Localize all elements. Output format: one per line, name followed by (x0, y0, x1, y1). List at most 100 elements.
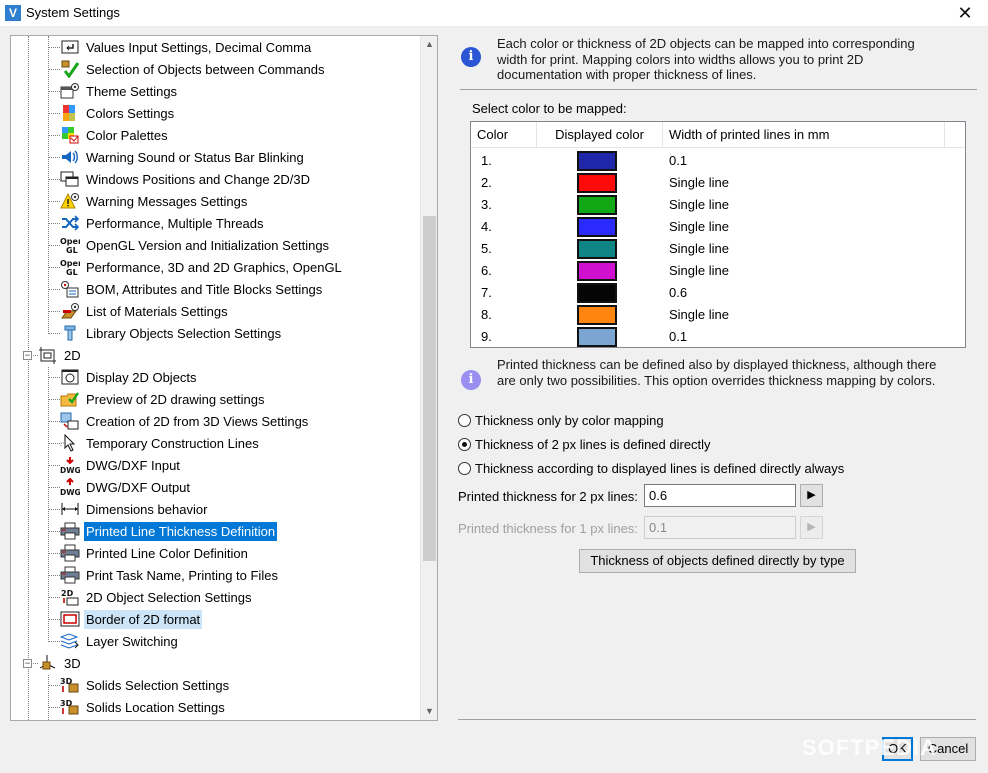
color-swatch[interactable] (577, 217, 617, 237)
line-width-value[interactable]: Single line (669, 197, 729, 212)
color-swatch[interactable] (577, 283, 617, 303)
tree-guide-line (28, 36, 29, 720)
scroll-down-arrow-icon[interactable]: ▼ (421, 703, 437, 720)
tree-guide-line (48, 377, 60, 378)
table-row[interactable]: 2. Single line (471, 172, 945, 194)
windows-icon (60, 170, 80, 188)
tree-guide-line (48, 553, 60, 554)
column-header-displayed-color[interactable]: Displayed color (537, 122, 663, 148)
table-header: Color Displayed color Width of printed l… (471, 122, 965, 148)
color-palettes-icon (60, 126, 80, 144)
tree-item-label: DWG/DXF Output (86, 480, 191, 495)
tree-guide-line (48, 675, 49, 720)
table-row[interactable]: 9. 0.1 (471, 326, 945, 348)
3d-solid-icon: 3D (60, 676, 80, 694)
line-width-value[interactable]: Single line (669, 263, 729, 278)
line-width-value[interactable]: Single line (669, 307, 729, 322)
column-header-color[interactable]: Color (471, 122, 537, 148)
tree-item-label: Creation of 2D from 3D Views Settings (86, 414, 309, 429)
tree-item-label: Theme Settings (86, 84, 178, 99)
color-swatch[interactable] (577, 173, 617, 193)
tree-collapse-toggle-icon[interactable]: − (23, 659, 32, 668)
color-swatch[interactable] (577, 239, 617, 259)
table-row[interactable]: 1. 0.1 (471, 150, 945, 172)
warning-icon (60, 192, 80, 210)
tree-item-label: Solids Selection Settings (86, 678, 230, 693)
radio-dot[interactable] (458, 462, 471, 475)
px1-thickness-label: Printed thickness for 1 px lines: (458, 521, 638, 536)
tree-item-label: Border of 2D format (84, 610, 203, 629)
dwg-output-icon: DWG (60, 477, 81, 497)
tree-item-label: Color Palettes (86, 128, 168, 143)
table-row[interactable]: 7. 0.6 (471, 282, 945, 304)
px2-thickness-input[interactable] (644, 484, 796, 507)
table-row[interactable]: 8. Single line (471, 304, 945, 326)
radio-dot[interactable] (458, 414, 471, 427)
table-row[interactable]: 5. Single line (471, 238, 945, 260)
tree-guide-line (48, 443, 60, 444)
thickness-by-type-button[interactable]: Thickness of objects defined directly by… (579, 549, 856, 573)
tree-item-label: Preview of 2D drawing settings (86, 392, 265, 407)
px2-thickness-label: Printed thickness for 2 px lines: (458, 489, 638, 504)
tree-guide-line (48, 421, 60, 422)
tree-item-label: Warning Sound or Status Bar Blinking (86, 150, 304, 165)
scroll-up-arrow-icon[interactable]: ▲ (421, 36, 437, 53)
color-index: 3. (481, 197, 492, 212)
tree-guide-line (48, 333, 60, 334)
settings-panel: i Each color or thickness of 2D objects … (458, 35, 978, 725)
table-row[interactable]: 3. Single line (471, 194, 945, 216)
tree-item-label: Solids Location Settings (86, 700, 225, 715)
tree-item-label: DWG/DXF Input (86, 458, 180, 473)
color-swatch[interactable] (577, 305, 617, 325)
line-width-value[interactable]: Single line (669, 241, 729, 256)
colors-icon (60, 104, 80, 122)
tree-scrollbar[interactable]: ▲ ▼ (420, 36, 437, 720)
px1-thickness-input[interactable] (644, 516, 796, 539)
close-button[interactable]: ✕ (942, 0, 988, 27)
color-swatch[interactable] (577, 261, 617, 281)
color-index: 1. (481, 153, 492, 168)
printer-icon (60, 566, 80, 584)
dimension-icon (60, 500, 80, 518)
bom-icon (60, 280, 80, 298)
printer-icon (60, 544, 80, 562)
table-row[interactable]: 6. Single line (471, 260, 945, 282)
color-mapping-table[interactable]: Color Displayed color Width of printed l… (470, 121, 966, 348)
tree-guide-line (48, 179, 60, 180)
tree-guide-line (48, 367, 49, 642)
tree-item-label: Performance, Multiple Threads (86, 216, 264, 231)
color-swatch[interactable] (577, 327, 617, 347)
info-icon: i (461, 370, 481, 390)
layers-icon (59, 632, 80, 650)
line-width-value[interactable]: Single line (669, 219, 729, 234)
radio-dot[interactable] (458, 438, 471, 451)
table-row[interactable]: 4. Single line (471, 216, 945, 238)
line-width-value[interactable]: 0.1 (669, 153, 687, 168)
settings-tree[interactable]: Values Input Settings, Decimal Comma Sele… (10, 35, 438, 721)
line-width-value[interactable]: 0.6 (669, 285, 687, 300)
tree-item-label: Print Task Name, Printing to Files (86, 568, 278, 583)
info-icon: i (461, 47, 481, 67)
svg-text:DWG: DWG (60, 466, 80, 474)
tree-collapse-toggle-icon[interactable]: − (23, 351, 32, 360)
printer-icon (60, 522, 80, 540)
line-width-value[interactable]: 0.1 (669, 329, 687, 344)
scroll-thumb[interactable] (423, 216, 436, 561)
px2-arrow-button[interactable]: ▶ (800, 484, 823, 507)
color-index: 5. (481, 241, 492, 256)
display-2d-icon (60, 368, 80, 386)
column-header-width[interactable]: Width of printed lines in mm (663, 122, 945, 148)
tree-guide-line (48, 91, 60, 92)
tree-guide-line (48, 245, 60, 246)
tree-item-label: Values Input Settings, Decimal Comma (86, 40, 312, 55)
px1-arrow-button[interactable]: ▶ (800, 516, 823, 539)
tree-guide-line (48, 223, 60, 224)
color-swatch[interactable] (577, 151, 617, 171)
color-swatch[interactable] (577, 195, 617, 215)
radio-label: Thickness according to displayed lines i… (475, 461, 845, 476)
line-width-value[interactable]: Single line (669, 175, 729, 190)
title-bar: V System Settings ✕ (0, 0, 988, 27)
border-icon (60, 610, 80, 628)
svg-text:Open: Open (60, 237, 80, 246)
color-index: 6. (481, 263, 492, 278)
